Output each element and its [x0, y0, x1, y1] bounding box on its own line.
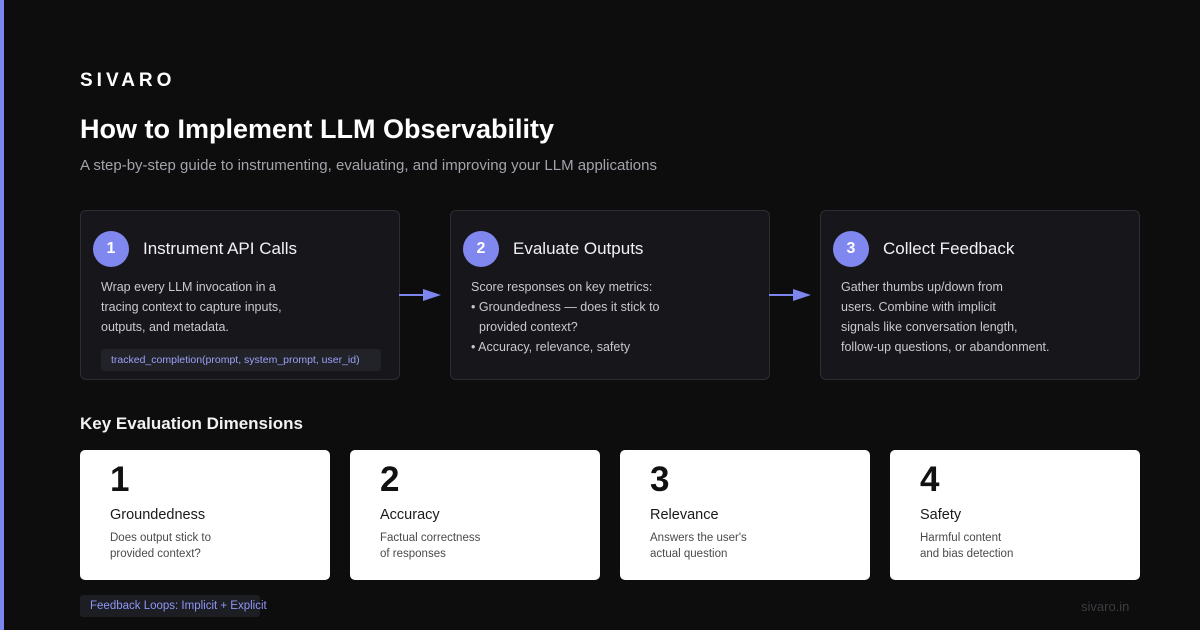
accent-bar [0, 0, 4, 630]
dimension-card-safety: 4 Safety Harmful content and bias detect… [890, 450, 1140, 580]
step-number-badge: 3 [833, 231, 869, 267]
dimension-description: Answers the user's actual question [650, 530, 850, 562]
step-description: Wrap every LLM invocation in a tracing c… [101, 277, 386, 337]
dimension-title: Accuracy [380, 507, 440, 523]
step-description-line: Score responses on key metrics: [471, 280, 653, 294]
step-card-evaluate: 2 Evaluate Outputs Score responses on ke… [450, 210, 770, 380]
dimension-description-line: Factual correctness [380, 532, 481, 544]
footer-tag: Feedback Loops: Implicit + Explicit [80, 595, 267, 617]
brand-logo: SIVARO [80, 70, 176, 91]
dimension-card-groundedness: 1 Groundedness Does output stick to prov… [80, 450, 330, 580]
step-title: Evaluate Outputs [513, 239, 644, 258]
step-description-line: Wrap every LLM invocation in a [101, 280, 276, 294]
step-number-badge: 1 [93, 231, 129, 267]
page-title: How to Implement LLM Observability [80, 114, 555, 144]
step-title: Collect Feedback [883, 239, 1015, 258]
site-url: sivaro.in [1081, 599, 1130, 614]
dimension-title: Safety [920, 507, 962, 523]
step-card-instrument: 1 Instrument API Calls Wrap every LLM in… [80, 210, 400, 380]
dimension-description-line: and bias detection [920, 548, 1014, 560]
dimension-description-line: provided context? [110, 548, 201, 560]
dimension-number: 1 [110, 460, 130, 499]
dimension-description-line: Answers the user's [650, 532, 747, 544]
dimension-card-accuracy: 2 Accuracy Factual correctness of respon… [350, 450, 600, 580]
step-description: Gather thumbs up/down from users. Combin… [841, 277, 1126, 357]
dimension-description-line: actual question [650, 548, 728, 560]
dimension-title: Relevance [650, 507, 719, 523]
dimension-description: Harmful content and bias detection [920, 530, 1120, 562]
dimension-number: 3 [650, 460, 670, 499]
code-snippet: tracked_completion(prompt, system_prompt… [101, 349, 381, 371]
step-bullet-continuation: provided context? [479, 320, 578, 334]
dimension-card-relevance: 3 Relevance Answers the user's actual qu… [620, 450, 870, 580]
step-description-line: outputs, and metadata. [101, 320, 229, 334]
step-description-line: Gather thumbs up/down from [841, 280, 1003, 294]
step-description: Score responses on key metrics: • Ground… [471, 277, 756, 357]
arrow-right-icon [399, 289, 441, 301]
dimension-description: Does output stick to provided context? [110, 530, 310, 562]
dimension-title: Groundedness [110, 507, 206, 523]
dimension-number: 2 [380, 460, 400, 499]
step-number-badge: 2 [463, 231, 499, 267]
step-title: Instrument API Calls [143, 239, 298, 258]
step-card-feedback: 3 Collect Feedback Gather thumbs up/down… [820, 210, 1140, 380]
step-description-line: tracing context to capture inputs, [101, 300, 282, 314]
dimension-description-line: Does output stick to [110, 532, 211, 544]
dimension-number: 4 [920, 460, 940, 499]
step-description-line: users. Combine with implicit [841, 300, 996, 314]
step-bullet-item: • Accuracy, relevance, safety [471, 340, 631, 354]
page-subtitle: A step-by-step guide to instrumenting, e… [80, 157, 657, 174]
step-bullet-item: • Groundedness — does it stick to [471, 300, 660, 314]
dimension-description-line: Harmful content [920, 532, 1002, 544]
dimension-description: Factual correctness of responses [380, 530, 580, 562]
section-heading: Key Evaluation Dimensions [80, 414, 303, 433]
step-description-line: signals like conversation length, [841, 320, 1018, 334]
step-description-line: follow-up questions, or abandonment. [841, 340, 1050, 354]
dimension-description-line: of responses [380, 548, 446, 560]
arrow-right-icon [769, 289, 811, 301]
